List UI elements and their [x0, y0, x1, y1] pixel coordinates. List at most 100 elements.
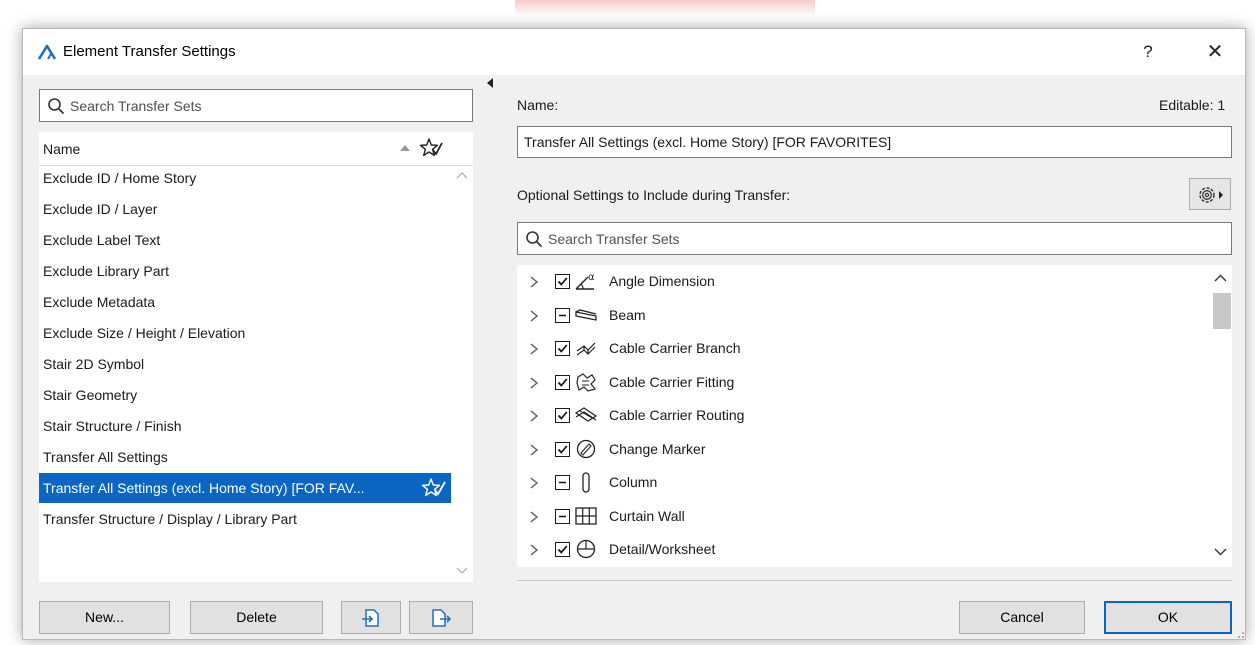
transfer-set-item[interactable]: Exclude ID / Home Story: [39, 163, 451, 193]
close-button[interactable]: ✕: [1198, 37, 1232, 67]
element-type-label: Curtain Wall: [609, 507, 685, 524]
resize-grip-icon[interactable]: [1233, 627, 1245, 639]
search-placeholder: Search Transfer Sets: [548, 231, 680, 247]
angle-dimension-icon: α: [575, 272, 595, 290]
transfer-set-label: Stair 2D Symbol: [43, 356, 145, 372]
favorite-star-icon[interactable]: [421, 476, 447, 500]
transfer-set-item[interactable]: Transfer All Settings (excl. Home Story)…: [39, 473, 451, 503]
checkbox-checked-icon[interactable]: [555, 374, 570, 390]
element-tree-row[interactable]: Column: [517, 466, 1209, 499]
help-button[interactable]: ?: [1133, 37, 1163, 67]
indeterminate-dash-icon: [559, 481, 566, 484]
import-button[interactable]: [341, 601, 401, 634]
collapse-pane-arrow-icon[interactable]: [486, 78, 494, 88]
scroll-up-arrow-icon[interactable]: [456, 170, 468, 180]
favorite-star-icon[interactable]: [419, 137, 443, 159]
checkbox-checked-icon[interactable]: [555, 542, 570, 557]
transfer-sets-list: Name Exclude ID / Home Story Exclude ID /…: [39, 132, 473, 582]
search-icon: [48, 98, 65, 115]
scroll-down-arrow-icon[interactable]: [456, 566, 468, 576]
curtain-wall-icon: [575, 506, 597, 525]
ok-button[interactable]: OK: [1104, 601, 1232, 634]
export-icon: [432, 608, 452, 627]
checkbox-checked-icon[interactable]: [555, 274, 570, 289]
element-tree-row[interactable]: Change Marker: [517, 433, 1209, 466]
svg-text:α: α: [588, 272, 595, 283]
transfer-sets-search-input[interactable]: Search Transfer Sets: [39, 89, 473, 122]
indeterminate-dash-icon: [559, 515, 566, 517]
checkbox-checked-icon[interactable]: [555, 408, 570, 423]
element-tree-row[interactable]: Curtain Wall: [517, 500, 1209, 533]
tree-scrollbar[interactable]: [1209, 265, 1232, 567]
element-tree-row[interactable]: α Angle Dimension: [517, 265, 1209, 298]
transfer-set-label: Transfer All Settings: [43, 449, 168, 465]
title-bar: Element Transfer Settings ? ✕: [23, 29, 1245, 75]
transfer-set-name-field[interactable]: Transfer All Settings (excl. Home Story)…: [517, 126, 1232, 158]
checkbox-partial-icon[interactable]: [555, 508, 570, 524]
transfer-set-item[interactable]: Exclude Metadata: [39, 287, 451, 317]
checkbox-partial-icon[interactable]: [555, 307, 570, 323]
transfer-set-label: Exclude ID / Layer: [43, 201, 158, 217]
transfer-set-item[interactable]: Stair Geometry: [39, 380, 451, 410]
transfer-set-item[interactable]: Transfer Structure / Display / Library P…: [39, 504, 451, 534]
element-type-label: Change Marker: [609, 440, 706, 457]
transfer-set-label: Transfer Structure / Display / Library P…: [43, 511, 297, 527]
element-tree-row[interactable]: Cable Carrier Fitting: [517, 366, 1209, 399]
chevron-right-icon[interactable]: [529, 544, 539, 556]
chevron-right-icon[interactable]: [529, 444, 539, 456]
element-tree-row[interactable]: Cable Carrier Branch: [517, 332, 1209, 365]
transfer-set-item[interactable]: Exclude Label Text: [39, 225, 451, 255]
transfer-set-item[interactable]: Exclude Library Part: [39, 256, 451, 286]
optional-settings-label: Optional Settings to Include during Tran…: [517, 187, 791, 203]
element-tree-row[interactable]: Beam: [517, 299, 1209, 332]
checkmark-icon: [557, 444, 568, 454]
cable-carrier-branch-icon: [576, 342, 596, 356]
export-button[interactable]: [409, 601, 473, 634]
element-type-label: Detail/Worksheet: [609, 541, 716, 557]
transfer-set-item[interactable]: Transfer All Settings: [39, 442, 451, 472]
transfer-set-item[interactable]: Exclude ID / Layer: [39, 194, 451, 224]
element-settings-tree: α Angle Dimension Beam Cable Carrier Branch…: [517, 265, 1232, 567]
options-menu-button[interactable]: [1189, 178, 1231, 210]
chevron-right-icon[interactable]: [529, 276, 539, 288]
import-icon: [362, 608, 379, 627]
transfer-set-item[interactable]: Exclude Size / Height / Elevation: [39, 318, 451, 348]
new-button[interactable]: New...: [39, 601, 170, 634]
beam-icon: [575, 308, 597, 321]
checkmark-icon: [557, 277, 568, 286]
scroll-thumb[interactable]: [1213, 293, 1231, 329]
element-type-label: Angle Dimension: [609, 273, 715, 289]
column-header-name[interactable]: Name: [43, 141, 80, 157]
list-header: Name: [39, 132, 473, 166]
checkbox-checked-icon[interactable]: [555, 441, 570, 457]
element-search-input[interactable]: Search Transfer Sets: [517, 222, 1232, 255]
list-scrollbar[interactable]: [451, 166, 473, 582]
cancel-button[interactable]: Cancel: [959, 601, 1085, 634]
checkmark-icon: [557, 411, 568, 420]
chevron-right-icon[interactable]: [529, 343, 539, 355]
transfer-set-label: Exclude Size / Height / Elevation: [43, 325, 246, 341]
archicad-icon: [37, 44, 57, 60]
scroll-down-arrow-icon[interactable]: [1214, 547, 1227, 557]
element-tree-row[interactable]: Cable Carrier Routing: [517, 399, 1209, 432]
element-tree-row[interactable]: Detail/Worksheet: [517, 533, 1209, 566]
chevron-right-icon[interactable]: [529, 477, 539, 489]
chevron-right-icon[interactable]: [529, 310, 539, 322]
column-icon: [582, 472, 590, 493]
checkbox-partial-icon[interactable]: [555, 475, 570, 490]
transfer-set-item[interactable]: Stair Structure / Finish: [39, 411, 451, 441]
transfer-set-item[interactable]: Stair 2D Symbol: [39, 349, 451, 379]
name-label: Name:: [517, 97, 559, 113]
scroll-up-arrow-icon[interactable]: [1214, 273, 1227, 283]
sort-ascending-icon[interactable]: [399, 142, 411, 154]
chevron-right-icon[interactable]: [529, 410, 539, 422]
change-marker-icon: [576, 439, 596, 458]
chevron-right-icon[interactable]: [529, 511, 539, 523]
window-title: Element Transfer Settings: [63, 43, 236, 60]
chevron-right-icon[interactable]: [529, 377, 539, 389]
delete-button[interactable]: Delete: [190, 601, 323, 634]
cable-carrier-routing-icon: [574, 407, 598, 422]
search-placeholder: Search Transfer Sets: [70, 98, 202, 114]
transfer-set-label: Exclude ID / Home Story: [43, 170, 197, 186]
checkbox-checked-icon[interactable]: [555, 341, 570, 356]
